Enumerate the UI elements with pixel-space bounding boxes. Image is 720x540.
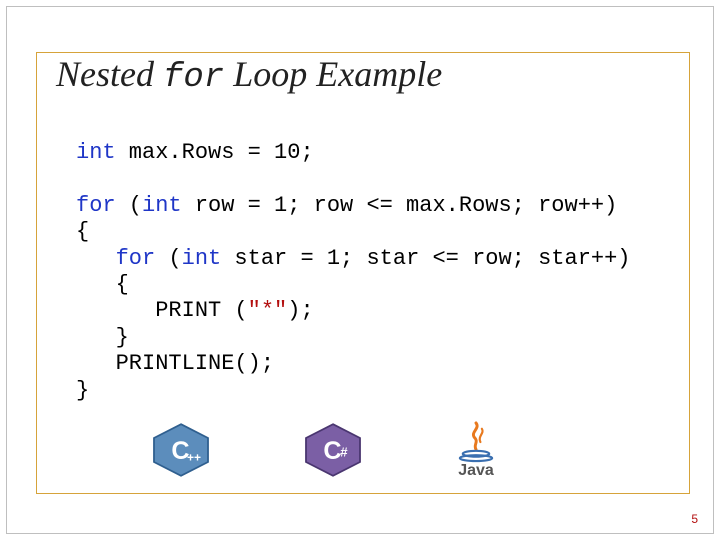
java-logo: Java (454, 420, 498, 480)
kw-for2: for (116, 246, 156, 271)
kw-for: for (76, 193, 116, 218)
code-l1: max.Rows = 10; (116, 140, 314, 165)
code-l5: { (76, 272, 129, 297)
title-for-kw: for (163, 59, 224, 97)
kw-int3: int (182, 246, 222, 271)
code-l4i (76, 246, 116, 271)
title-post: Loop Example (224, 54, 442, 94)
cpp-logo: C ++ (150, 423, 212, 477)
code-l2a: ( (116, 193, 142, 218)
code-l8: PRINTLINE(); (76, 351, 274, 376)
title-pre: Nested (56, 54, 163, 94)
code-l6b: ); (287, 298, 313, 323)
kw-int2: int (142, 193, 182, 218)
csharp-logo: C # (302, 423, 364, 477)
csharp-badge-text: # (340, 445, 348, 460)
kw-int: int (76, 140, 116, 165)
java-cup-icon (454, 420, 498, 464)
svg-text:C: C (323, 437, 341, 465)
java-label: Java (458, 462, 494, 480)
code-l4r: star = 1; star <= row; star++) (221, 246, 630, 271)
code-l6-str: "*" (248, 298, 288, 323)
code-l2r: row = 1; row <= max.Rows; row++) (182, 193, 618, 218)
slide: Nested for Loop Example int max.Rows = 1… (0, 0, 720, 540)
code-l9: } (76, 378, 89, 403)
code-l7: } (76, 325, 129, 350)
code-l4a: ( (155, 246, 181, 271)
code-l6a: PRINT ( (76, 298, 248, 323)
cpp-hex-icon: C ++ (150, 423, 212, 477)
cpp-badge-text: ++ (187, 450, 201, 464)
csharp-hex-icon: C # (302, 423, 364, 477)
page-number: 5 (691, 512, 698, 526)
code-l3: { (76, 219, 89, 244)
language-logos: C ++ C # Java (150, 420, 498, 480)
slide-title: Nested for Loop Example (56, 56, 452, 103)
code-block: int max.Rows = 10; for (int row = 1; row… (76, 140, 631, 404)
